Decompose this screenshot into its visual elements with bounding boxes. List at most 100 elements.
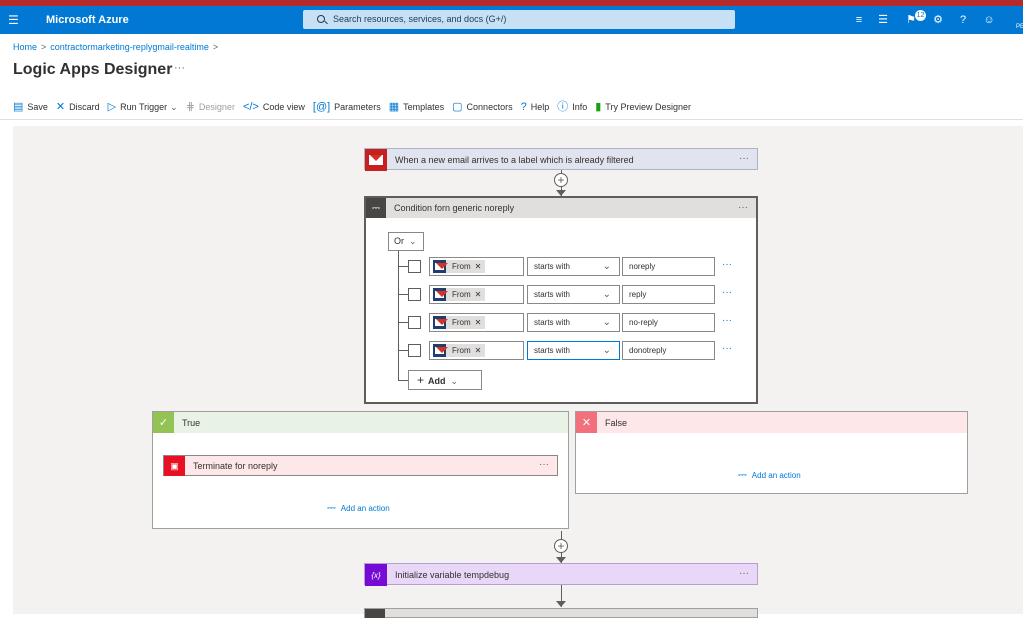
row-more-button[interactable]: ··· (722, 287, 732, 298)
true-branch-header[interactable]: ✓ True (153, 412, 568, 433)
row-checkbox[interactable] (408, 316, 421, 329)
token-label: From (452, 318, 471, 327)
trigger-more-button[interactable]: ··· (739, 153, 749, 164)
cloud-shell-icon[interactable]: ≡ (852, 13, 866, 27)
gmail-icon (433, 344, 448, 357)
code-view-button[interactable]: </> Code view (242, 100, 305, 113)
brand-name[interactable]: Microsoft Azure (46, 13, 129, 27)
more-options-button[interactable]: ··· (174, 62, 185, 74)
add-action-label: Add an action (340, 504, 390, 513)
add-action-icon: ⎓ (738, 469, 747, 481)
feedback-icon[interactable]: ☺ (982, 13, 996, 27)
search-input[interactable]: Search resources, services, and docs (G+… (303, 10, 735, 29)
gmail-icon (365, 149, 387, 171)
row-checkbox[interactable] (408, 344, 421, 357)
add-action-icon: ⎓ (327, 502, 336, 514)
condition-operator-select[interactable]: starts with ⌄ (527, 257, 620, 276)
hamburger-icon[interactable]: ☰ (8, 13, 19, 27)
row-more-button[interactable]: ··· (722, 259, 732, 270)
search-icon (317, 15, 325, 23)
condition-value-input[interactable]: donotreply (622, 341, 715, 360)
trigger-card-header[interactable]: When a new email arrives to a label whic… (365, 149, 757, 171)
dynamic-content-token[interactable]: From ✕ (433, 288, 486, 301)
play-icon: ▷ (107, 100, 117, 113)
condition-value-input[interactable]: reply (622, 285, 715, 304)
connectors-button[interactable]: ▢ Connectors (452, 101, 513, 113)
info-button[interactable]: ⓘ Info (557, 101, 587, 113)
templates-button[interactable]: ▦ Templates (388, 100, 444, 113)
close-icon: ✕ (55, 100, 66, 113)
initialize-variable-header[interactable]: {x} Initialize variable tempdebug ··· (365, 564, 757, 586)
remove-token-icon[interactable]: ✕ (475, 290, 482, 299)
try-preview-label: Try Preview Designer (605, 102, 691, 112)
designer-canvas[interactable]: When a new email arrives to a label whic… (13, 126, 1023, 618)
arrow-down-icon (556, 601, 566, 607)
gmail-icon (433, 288, 448, 301)
insert-step-plus-icon[interactable]: + (554, 173, 568, 187)
row-more-button[interactable]: ··· (722, 315, 732, 326)
row-checkbox[interactable] (408, 260, 421, 273)
help-label: Help (530, 102, 550, 112)
next-step-card[interactable] (364, 608, 758, 618)
breadcrumb-resource[interactable]: contractormarketing-replygmail-realtime (50, 42, 209, 52)
remove-token-icon[interactable]: ✕ (475, 318, 482, 327)
condition-card-header[interactable]: ⎓ Condition forn generic noreply ··· (366, 198, 756, 218)
row-more-button[interactable]: ··· (722, 343, 732, 354)
account-label[interactable]: PE (1016, 24, 1023, 30)
false-add-action-button[interactable]: ⎓ Add an action (738, 469, 801, 482)
code-icon: </> (242, 100, 259, 113)
add-condition-button[interactable]: + Add ⌄ (408, 370, 482, 390)
designer-label: Designer (198, 102, 235, 112)
remove-token-icon[interactable]: ✕ (475, 262, 482, 271)
dynamic-content-token[interactable]: From ✕ (433, 316, 486, 329)
dynamic-content-token[interactable]: From ✕ (433, 344, 486, 357)
true-branch-card[interactable]: ✓ True ▣ Terminate for noreply ··· ⎓ Add… (152, 411, 569, 529)
condition-icon: ⎓ (366, 198, 386, 218)
tree-branch-line (398, 380, 408, 381)
trigger-card[interactable]: When a new email arrives to a label whic… (364, 148, 758, 171)
try-preview-designer-button[interactable]: ▮ Try Preview Designer (595, 101, 691, 113)
true-branch-title: True (182, 417, 201, 428)
condition-left-operand[interactable]: From ✕ (429, 341, 524, 360)
false-branch-header[interactable]: ✕ False (576, 412, 967, 433)
run-trigger-button[interactable]: ▷ Run Trigger ⌄ (107, 100, 178, 113)
settings-gear-icon[interactable]: ⚙ (931, 13, 945, 27)
parameters-button[interactable]: [@] Parameters (313, 101, 381, 113)
run-trigger-label: Run Trigger (120, 102, 168, 112)
row-checkbox[interactable] (408, 288, 421, 301)
condition-operator-select[interactable]: starts with ⌄ (527, 313, 620, 332)
save-label: Save (27, 102, 48, 112)
condition-left-operand[interactable]: From ✕ (429, 285, 524, 304)
condition-value-input[interactable]: noreply (622, 257, 715, 276)
condition-value-input[interactable]: no-reply (622, 313, 715, 332)
condition-operator-select[interactable]: starts with ⌄ (527, 341, 620, 360)
condition-left-operand[interactable]: From ✕ (429, 313, 524, 332)
help-icon[interactable]: ? (956, 13, 970, 27)
condition-operator-select[interactable]: starts with ⌄ (527, 285, 620, 304)
terminate-more-button[interactable]: ··· (539, 459, 549, 470)
designer-button[interactable]: ⋕ Designer (185, 100, 235, 113)
condition-card[interactable]: ⎓ Condition forn generic noreply ··· Or ⌄… (364, 196, 758, 404)
remove-token-icon[interactable]: ✕ (475, 346, 482, 355)
initialize-variable-card[interactable]: {x} Initialize variable tempdebug ··· (364, 563, 758, 586)
initialize-variable-more-button[interactable]: ··· (739, 568, 749, 579)
insert-step-plus-icon[interactable]: + (554, 539, 568, 553)
condition-left-operand[interactable]: From ✕ (429, 257, 524, 276)
tree-branch-line (398, 266, 408, 267)
dynamic-content-token[interactable]: From ✕ (433, 260, 486, 273)
help-button[interactable]: ? Help (521, 101, 550, 113)
save-button[interactable]: ▤ Save (13, 101, 48, 113)
condition-more-button[interactable]: ··· (738, 202, 748, 213)
templates-icon: ▦ (388, 100, 400, 113)
connectors-label: Connectors (466, 102, 513, 112)
false-branch-title: False (605, 417, 628, 428)
terminate-action-card[interactable]: ▣ Terminate for noreply ··· (163, 455, 558, 476)
directory-filter-icon[interactable]: ☰ (876, 13, 890, 27)
false-branch-card[interactable]: ✕ False ⎓ Add an action (575, 411, 968, 494)
designer-icon: ⋕ (185, 100, 195, 113)
condition-title: Condition forn generic noreply (394, 203, 515, 213)
breadcrumb-home[interactable]: Home (13, 42, 37, 52)
true-add-action-button[interactable]: ⎓ Add an action (327, 502, 390, 515)
discard-button[interactable]: ✕ Discard (55, 100, 100, 113)
group-operator-select[interactable]: Or ⌄ (388, 232, 424, 251)
